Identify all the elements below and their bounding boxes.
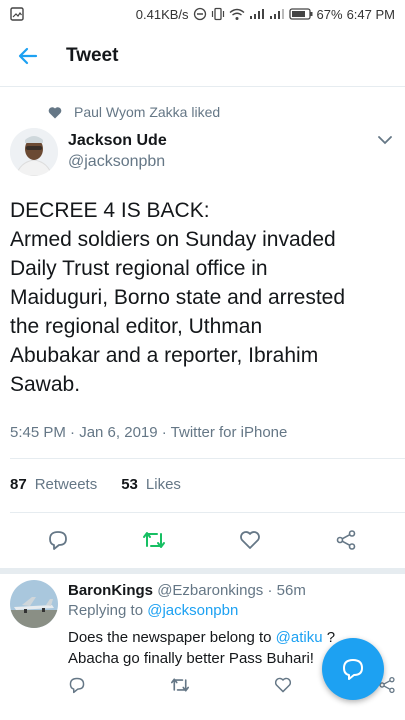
reply-like-button[interactable] <box>274 676 292 694</box>
compose-reply-button[interactable] <box>322 638 384 700</box>
reply-line1-pre: Does the newspaper belong to <box>68 629 276 646</box>
retweet-button[interactable] <box>138 524 170 556</box>
chat-bubble-icon <box>343 659 363 680</box>
retweets-count: 87 <box>10 476 27 493</box>
avatar[interactable] <box>10 128 58 176</box>
replying-to: Replying to @jacksonpbn <box>68 602 238 619</box>
clock: 6:47 PM <box>346 6 395 22</box>
divider <box>10 458 405 459</box>
reply-button[interactable] <box>42 524 74 556</box>
wifi-icon <box>229 8 245 21</box>
reply-time: · 56m <box>267 582 306 599</box>
tweet-author: Jackson Ude @jacksonpbn <box>10 128 395 184</box>
likes-label: Likes <box>145 476 181 493</box>
replying-to-handle[interactable]: @jacksonpbn <box>147 602 238 619</box>
do-not-disturb-icon <box>193 7 207 21</box>
image-icon <box>10 7 24 21</box>
likes-stat[interactable]: 53 Likes <box>121 476 181 493</box>
reply-header: BaronKings @Ezbaronkings · 56m <box>68 582 306 599</box>
heart-icon <box>274 677 292 693</box>
signal-icon <box>249 8 265 20</box>
app-header: Tweet <box>0 28 405 84</box>
replying-to-prefix: Replying to <box>68 602 148 619</box>
tweet-line: DECREE 4 IS BACK: <box>10 199 210 222</box>
retweets-label: Retweets <box>34 476 98 493</box>
page-title: Tweet <box>66 45 119 66</box>
mention-link[interactable]: @atiku <box>276 629 323 646</box>
reply-icon <box>69 677 85 694</box>
like-button[interactable] <box>234 524 266 556</box>
share-icon <box>336 530 356 550</box>
author-handle[interactable]: @jacksonpbn <box>68 153 165 171</box>
divider <box>10 512 405 513</box>
tweet-timestamp: 5:45 PM · Jan 6, 2019 · Twitter for iPho… <box>10 424 288 441</box>
likes-count: 53 <box>121 476 138 493</box>
signal-icon <box>269 8 285 20</box>
tweet-actions <box>0 524 405 556</box>
heart-icon <box>240 531 260 549</box>
battery-icon <box>288 8 313 20</box>
status-bar: 0.41KB/s 67% 6:47 PM <box>0 0 405 28</box>
author-name[interactable]: Jackson Ude <box>68 132 167 150</box>
network-speed: 0.41KB/s <box>135 6 189 22</box>
share-button[interactable] <box>330 524 362 556</box>
tweet-line: Armed soldiers on Sunday invaded <box>10 228 336 251</box>
reply-author-handle[interactable]: @Ezbaronkings <box>157 582 263 599</box>
reply-reply-button[interactable] <box>68 676 86 694</box>
battery-percent: 67% <box>316 6 343 22</box>
heart-filled-icon <box>48 106 62 119</box>
header-divider <box>0 86 405 87</box>
tweet-line: Maiduguri, Borno state and arrested <box>10 286 346 309</box>
tweet-text: DECREE 4 IS BACK: Armed soldiers on Sund… <box>10 196 398 399</box>
tweet-line: Sawab. <box>10 373 81 396</box>
tweet-line: Abubakar and a reporter, Ibrahim <box>10 344 319 367</box>
reply-icon <box>49 531 67 550</box>
retweets-stat[interactable]: 87 Retweets <box>10 476 97 493</box>
retweet-icon <box>171 678 189 692</box>
retweet-icon <box>143 532 165 548</box>
arrow-left-icon <box>18 47 38 65</box>
reply-retweet-button[interactable] <box>170 676 190 694</box>
tweet-line: Daily Trust regional office in <box>10 257 268 280</box>
section-divider <box>0 568 405 574</box>
vibrate-icon <box>211 7 225 21</box>
reply-author-name[interactable]: BaronKings <box>68 582 153 599</box>
back-button[interactable] <box>0 28 56 84</box>
tweet-line: the regional editor, Uthman <box>10 315 263 338</box>
avatar[interactable] <box>10 580 58 628</box>
social-context[interactable]: Paul Wyom Zakka liked <box>48 104 220 120</box>
tweet-stats: 87 Retweets 53 Likes <box>10 476 205 493</box>
social-context-text: Paul Wyom Zakka liked <box>74 104 221 120</box>
chevron-down-icon[interactable] <box>377 132 393 150</box>
